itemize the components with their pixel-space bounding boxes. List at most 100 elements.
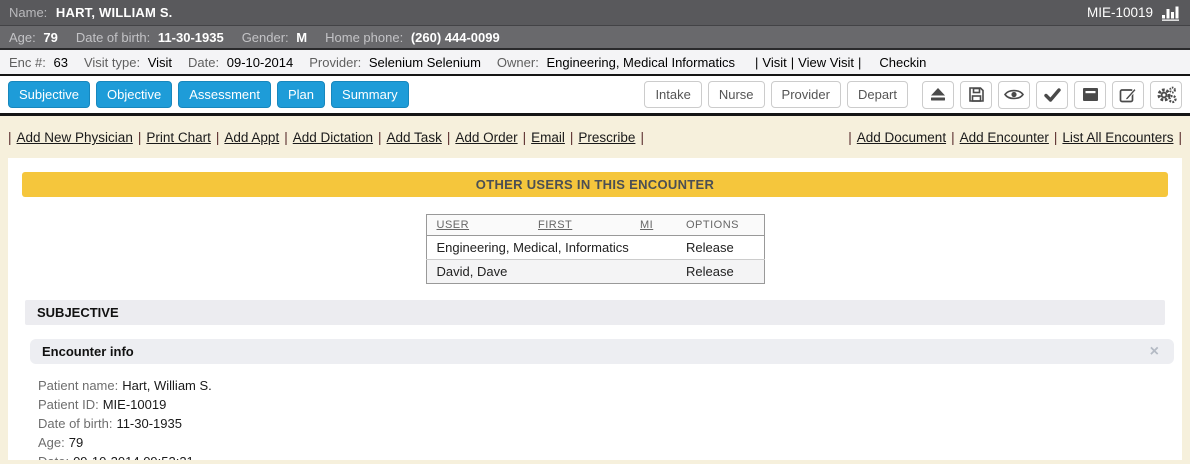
tab-summary[interactable]: Summary xyxy=(331,81,409,108)
tab-plan[interactable]: Plan xyxy=(277,81,325,108)
add-dictation-link[interactable]: Add Dictation xyxy=(293,130,373,145)
separator: | xyxy=(138,130,142,145)
dob-value: 11-30-1935 xyxy=(158,30,224,45)
enc-number-pair: Enc #: 63 xyxy=(9,55,68,70)
visit-type-label: Visit type: xyxy=(84,55,140,70)
visit-type-value: Visit xyxy=(148,55,172,70)
prescribe-link[interactable]: Prescribe xyxy=(578,130,635,145)
separator: | xyxy=(523,130,527,145)
field-row: Patient name:Hart, William S. xyxy=(38,376,1182,395)
field-label: Date of birth: xyxy=(38,416,112,431)
toolbar: Subjective Objective Assessment Plan Sum… xyxy=(0,76,1190,116)
field-label: Age: xyxy=(38,435,65,450)
provider-pair: Provider: Selenium Selenium xyxy=(309,55,481,70)
view-visit-link[interactable]: View Visit xyxy=(798,55,854,70)
tab-objective[interactable]: Objective xyxy=(96,81,172,108)
age-pair: Age: 79 xyxy=(9,30,58,45)
add-appt-link[interactable]: Add Appt xyxy=(224,130,279,145)
field-label: Patient ID: xyxy=(38,397,99,412)
field-row: Patient ID: MIE-10019 xyxy=(38,395,1182,414)
provider-button[interactable]: Provider xyxy=(771,81,841,108)
user-name-cell: Engineering, Medical, Informatics xyxy=(426,236,676,260)
edit-button[interactable] xyxy=(1112,81,1144,109)
owner-value: Engineering, Medical Informatics xyxy=(546,55,735,70)
table-row: Engineering, Medical, Informatics Releas… xyxy=(426,236,764,260)
subjective-section-header: SUBJECTIVE xyxy=(25,300,1165,325)
depart-button[interactable]: Depart xyxy=(847,81,908,108)
col-header-first[interactable]: FIRST xyxy=(528,215,630,236)
visit-link[interactable]: Visit xyxy=(762,55,786,70)
eye-icon xyxy=(1004,88,1024,101)
add-task-link[interactable]: Add Task xyxy=(387,130,442,145)
archive-box-icon xyxy=(1082,87,1099,102)
add-encounter-link[interactable]: Add Encounter xyxy=(960,130,1049,145)
save-icon xyxy=(968,86,985,103)
separator: | xyxy=(378,130,382,145)
separator: | xyxy=(791,55,794,70)
visit-type-pair: Visit type: Visit xyxy=(84,55,172,70)
nurse-button[interactable]: Nurse xyxy=(708,81,765,108)
patient-name-label: Name: xyxy=(9,5,47,20)
field-value: MIE-10019 xyxy=(103,397,167,412)
gender-label: Gender: xyxy=(242,30,289,45)
owner-label: Owner: xyxy=(497,55,539,70)
encounter-strip: Enc #: 63 Visit type: Visit Date: 09-10-… xyxy=(0,50,1190,76)
edit-pencil-icon xyxy=(1119,87,1137,103)
field-label: Date: xyxy=(38,454,69,460)
settings-button[interactable] xyxy=(1150,81,1182,109)
tab-subjective[interactable]: Subjective xyxy=(8,81,90,108)
separator: | xyxy=(848,130,852,145)
release-action[interactable]: Release xyxy=(676,260,764,284)
add-new-physician-link[interactable]: Add New Physician xyxy=(17,130,133,145)
provider-label: Provider: xyxy=(309,55,361,70)
separator: | xyxy=(570,130,574,145)
provider-value: Selenium Selenium xyxy=(369,55,481,70)
owner-pair: Owner: Engineering, Medical Informatics xyxy=(497,55,735,70)
patient-name-value: HART, WILLIAM S. xyxy=(56,5,173,20)
visit-links: |Visit|View Visit| xyxy=(755,55,861,70)
release-action[interactable]: Release xyxy=(676,236,764,260)
add-order-link[interactable]: Add Order xyxy=(455,130,517,145)
col-header-user[interactable]: USER xyxy=(426,215,528,236)
field-row: Date: 09-10-2014 09:52:21 xyxy=(38,452,1182,460)
col-header-options: OPTIONS xyxy=(676,215,764,236)
close-icon[interactable]: × xyxy=(1147,346,1162,358)
eject-button[interactable] xyxy=(922,81,954,109)
age-label: Age: xyxy=(9,30,36,45)
archive-button[interactable] xyxy=(1074,81,1106,109)
separator: | xyxy=(1178,130,1182,145)
separator: | xyxy=(447,130,451,145)
separator: | xyxy=(8,130,12,145)
patient-name-bar: Name: HART, WILLIAM S. MIE-10019 xyxy=(0,0,1190,26)
field-value: 09-10-2014 09:52:21 xyxy=(73,454,194,460)
table-header-row: USER FIRST MI OPTIONS xyxy=(426,215,764,236)
separator: | xyxy=(755,55,758,70)
sign-button[interactable] xyxy=(1036,81,1068,109)
save-button[interactable] xyxy=(960,81,992,109)
other-users-banner: OTHER USERS IN THIS ENCOUNTER xyxy=(22,172,1168,197)
patient-name: Name: HART, WILLIAM S. xyxy=(9,5,173,20)
quick-links-left: | Add New Physician | Print Chart | Add Appt |… xyxy=(8,130,644,145)
list-all-encounters-link[interactable]: List All Encounters xyxy=(1062,130,1173,145)
print-chart-link[interactable]: Print Chart xyxy=(146,130,211,145)
field-value: 11-30-1935 xyxy=(116,416,182,431)
dob-pair: Date of birth: 11-30-1935 xyxy=(76,30,224,45)
other-users-table: USER FIRST MI OPTIONS Engineering, Medic… xyxy=(426,214,765,284)
gender-value: M xyxy=(296,30,307,45)
intake-button[interactable]: Intake xyxy=(644,81,701,108)
demographics-bar: Age: 79 Date of birth: 11-30-1935 Gender… xyxy=(0,26,1190,50)
soap-tabs: Subjective Objective Assessment Plan Sum… xyxy=(8,81,415,108)
view-button[interactable] xyxy=(998,81,1030,109)
user-name-cell: David, Dave xyxy=(426,260,676,284)
add-document-link[interactable]: Add Document xyxy=(857,130,946,145)
email-link[interactable]: Email xyxy=(531,130,565,145)
table-row: David, Dave Release xyxy=(426,260,764,284)
separator: | xyxy=(951,130,955,145)
enc-number-label: Enc #: xyxy=(9,55,46,70)
tab-assessment[interactable]: Assessment xyxy=(178,81,271,108)
col-header-mi[interactable]: MI xyxy=(630,215,676,236)
encounter-info-header: Encounter info × xyxy=(30,339,1174,364)
phone-label: Home phone: xyxy=(325,30,403,45)
checkin-link[interactable]: Checkin xyxy=(879,55,926,70)
chart-flag-icon[interactable] xyxy=(1161,5,1181,21)
